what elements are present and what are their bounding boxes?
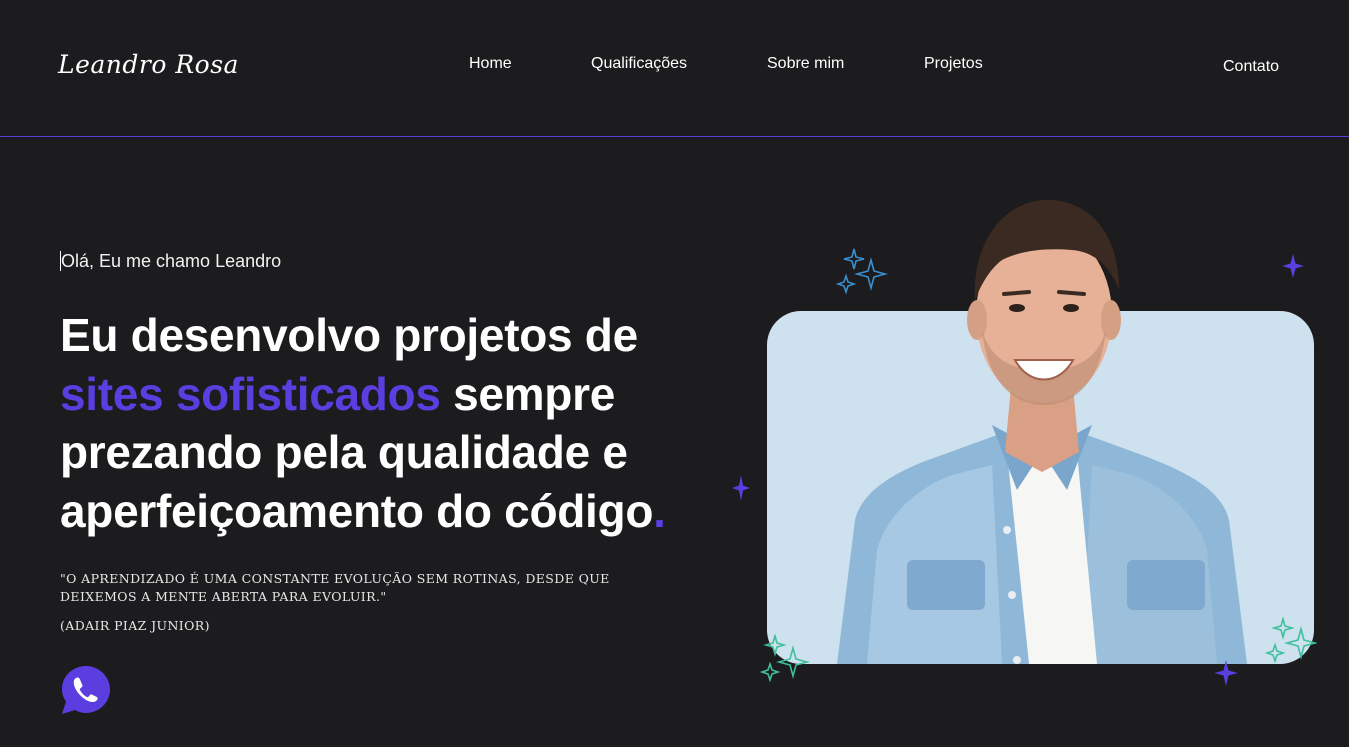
headline-accent: sites sofisticados [60, 367, 441, 420]
logo[interactable]: Leandro Rosa [58, 50, 239, 79]
quote-author: (ADAIR PIAZ JUNIOR) [60, 618, 210, 633]
site-header: Leandro Rosa Home Qualificações Sobre mi… [0, 0, 1349, 137]
nav-link-home[interactable]: Home [469, 55, 512, 73]
nav-link-projetos[interactable]: Projetos [924, 55, 983, 73]
greeting-text: Olá, Eu me chamo Leandro [60, 251, 281, 272]
headline-part1: Eu desenvolvo projetos de [60, 309, 638, 361]
sparkle-icon [1265, 617, 1317, 664]
whatsapp-icon [62, 666, 110, 714]
sparkle-icon [732, 475, 750, 501]
sparkle-icon [1282, 254, 1304, 278]
sparkle-icon [836, 248, 888, 295]
nav-link-sobre-mim[interactable]: Sobre mim [767, 55, 844, 73]
sparkle-icon [1214, 660, 1238, 686]
sparkle-icon [760, 634, 810, 683]
whatsapp-button[interactable] [60, 664, 112, 716]
greeting-label: Olá, Eu me chamo Leandro [61, 251, 282, 271]
nav-link-qualificacoes[interactable]: Qualificações [591, 55, 687, 73]
contact-link[interactable]: Contato [1223, 58, 1279, 76]
hero-quote: "O aprendizado é uma constante evolução … [60, 571, 610, 604]
hero-headline: Eu desenvolvo projetos de sites sofistica… [60, 306, 700, 540]
headline-dot: . [653, 484, 666, 537]
